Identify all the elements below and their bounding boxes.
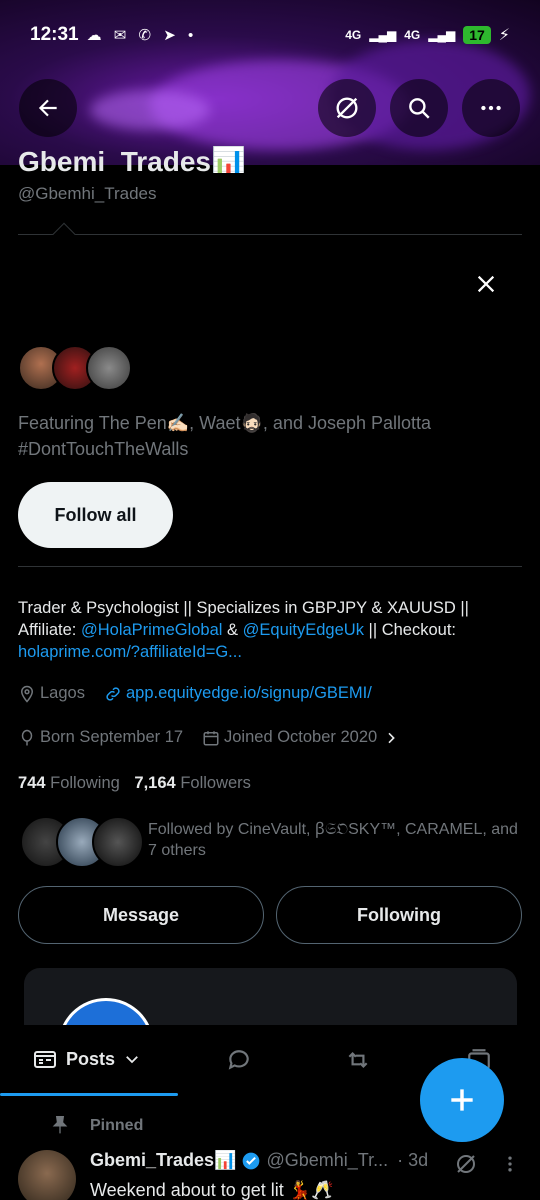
born-text: Born September 17 <box>40 728 184 746</box>
tweet-more-icon[interactable] <box>500 1152 520 1176</box>
profile-name: Gbemi_Trades📊 <box>18 146 246 173</box>
network-4g-icon: 4G <box>345 28 362 42</box>
followers-count: 7,164 <box>134 774 176 792</box>
mention-link[interactable]: @HolaPrimeGlobal <box>81 621 222 639</box>
following-label: Following <box>50 774 120 792</box>
website-row[interactable]: app.equityedge.io/signup/GBEMI/ <box>104 684 372 703</box>
posts-icon <box>34 1051 56 1068</box>
tweet-text: Weekend about to get lit 💃🥂 <box>90 1180 334 1200</box>
back-arrow-icon <box>38 99 57 117</box>
pin-icon <box>50 1114 70 1136</box>
followers-label: Followers <box>180 774 251 792</box>
status-time: 12:31 <box>30 24 79 45</box>
birthday-row: Born September 17 <box>18 728 183 747</box>
back-button[interactable] <box>19 79 77 137</box>
mention-link[interactable]: @EquityEdgeUk <box>243 621 364 639</box>
tab-reposts[interactable] <box>344 1047 372 1073</box>
website-link[interactable]: app.equityedge.io/signup/GBEMI/ <box>126 684 372 703</box>
divider <box>18 234 522 235</box>
signal-icon: ▂▄▆ <box>428 28 456 42</box>
status-bar: 12:31 ☁ ✉ ✆ ➤ • 4G ▂▄▆ 4G ▂▄▆ 17 ⚡ <box>0 0 540 70</box>
joined-text: Joined October 2020 <box>224 728 378 746</box>
profile-handle: @Gbemhi_Trades <box>18 184 157 203</box>
avatar <box>92 816 144 868</box>
network-4g-icon: 4G <box>404 28 421 42</box>
compose-post-button[interactable] <box>420 1058 504 1142</box>
more-icon <box>481 105 501 111</box>
grok-icon[interactable] <box>454 1152 478 1176</box>
followed-by-text[interactable]: Followed by CineVault, ꞵ𝔖𝔒SKY™, CARAMEL,… <box>148 819 528 861</box>
location-row: Lagos <box>18 684 85 703</box>
location-pin-icon <box>20 685 34 703</box>
tab-replies[interactable] <box>226 1047 252 1073</box>
joined-row[interactable]: Joined October 2020 <box>202 728 399 747</box>
plus-icon <box>451 1089 473 1111</box>
tweet-header: Gbemi_Trades📊 @Gbemhi_Tr... · 3d <box>90 1150 428 1171</box>
divider-caret <box>52 222 76 246</box>
reply-icon <box>228 1050 249 1070</box>
following-count-link[interactable]: 744 Following <box>18 774 120 792</box>
bio-url-link[interactable]: holaprime.com/?affiliateId=G... <box>18 643 242 661</box>
tweet-age: · 3d <box>397 1150 429 1170</box>
more-options-button[interactable] <box>462 79 520 137</box>
grok-button[interactable] <box>318 79 376 137</box>
bio-text: Trader & Psychologist || Specializes in … <box>18 599 469 617</box>
verified-badge-icon <box>243 1152 260 1169</box>
suggestions-description: Featuring The Pen✍🏻, Waet🧔🏻, and Joseph … <box>18 413 432 459</box>
tab-posts[interactable]: Posts <box>32 1047 141 1071</box>
tweet-handle: @Gbemhi_Tr... <box>266 1150 389 1170</box>
pinned-label: Pinned <box>90 1117 144 1134</box>
following-button[interactable]: Following <box>276 886 522 944</box>
grok-icon <box>336 97 358 119</box>
active-tab-indicator <box>0 1093 178 1096</box>
signal-icon: ▂▄▆ <box>369 28 397 42</box>
bio-text: & <box>222 621 243 639</box>
bio-text: Affiliate: <box>18 621 81 639</box>
link-icon <box>106 686 120 701</box>
followers-count-link[interactable]: 7,164 Followers <box>134 774 251 792</box>
followed-by-avatars[interactable] <box>20 816 144 868</box>
repost-icon <box>348 1051 368 1069</box>
message-button[interactable]: Message <box>18 886 264 944</box>
divider <box>18 566 522 567</box>
tweet-author[interactable]: Gbemi_Trades📊 <box>90 1150 236 1171</box>
location-text: Lagos <box>40 684 85 702</box>
close-icon <box>477 275 495 293</box>
avatar[interactable] <box>18 1150 76 1200</box>
search-button[interactable] <box>390 79 448 137</box>
search-icon <box>409 98 430 119</box>
follow-all-button[interactable]: Follow all <box>18 482 173 548</box>
profile-bio: Trader & Psychologist || Specializes in … <box>18 597 523 663</box>
avatar[interactable] <box>86 345 132 391</box>
battery-indicator: 17 <box>463 26 491 44</box>
calendar-icon <box>203 730 219 745</box>
close-suggestions-button[interactable] <box>468 266 504 302</box>
chevron-right-icon <box>388 732 396 743</box>
notification-icons: ☁ ✉ ✆ ➤ • <box>86 27 198 44</box>
tab-posts-label: Posts <box>66 1048 116 1069</box>
follow-counts: 744 Following 7,164 Followers <box>18 774 251 793</box>
chevron-down-icon <box>126 1056 138 1064</box>
balloon-icon <box>21 729 33 745</box>
suggested-avatars[interactable] <box>18 345 132 391</box>
bio-text: || Checkout: <box>363 621 456 639</box>
following-count: 744 <box>18 774 46 792</box>
charging-icon: ⚡ <box>498 27 510 44</box>
